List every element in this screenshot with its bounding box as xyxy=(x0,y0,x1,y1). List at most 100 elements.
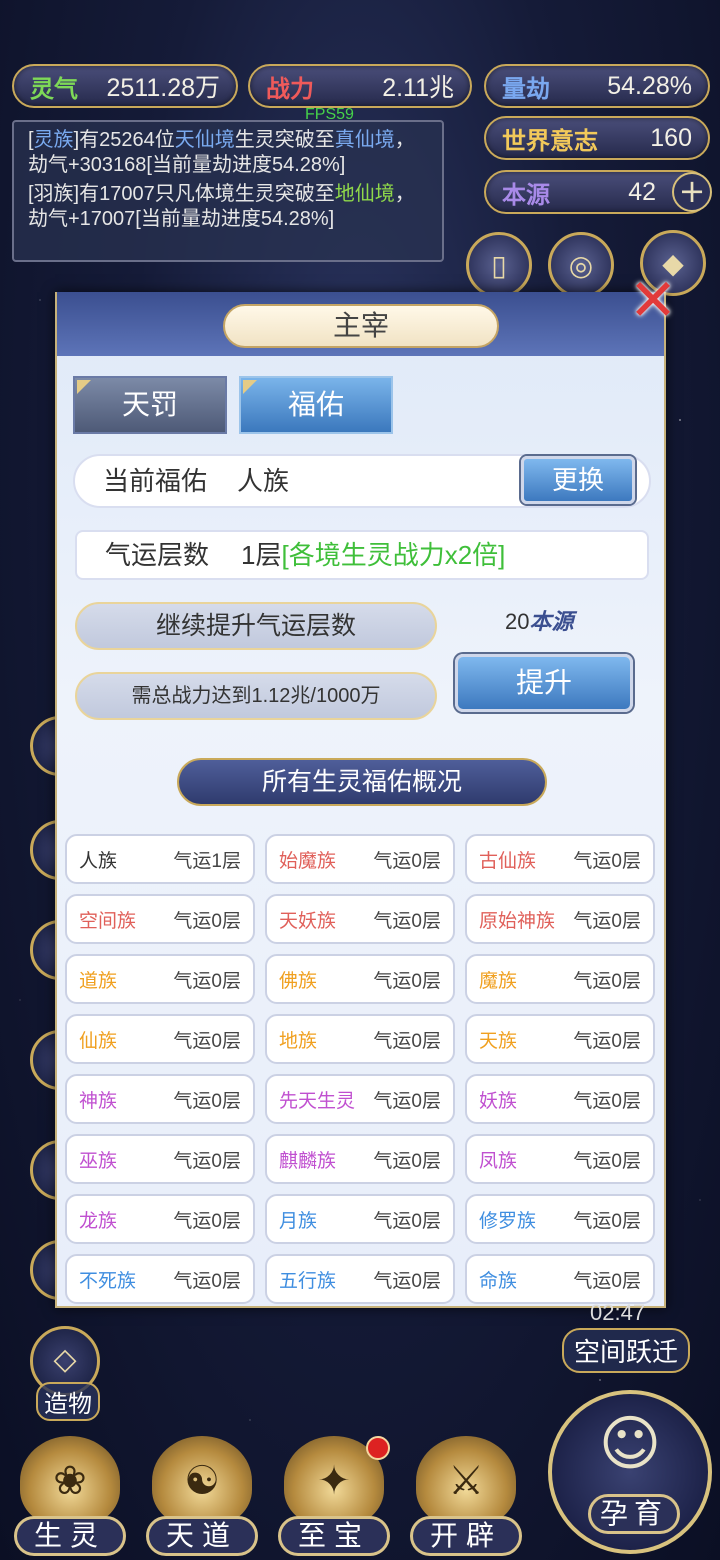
nurture-label: 孕育 xyxy=(588,1494,680,1534)
continue-raise-label: 继续提升气运层数 xyxy=(75,602,437,650)
stat-world-will-label: 世界意志 xyxy=(502,125,598,155)
race-cell[interactable]: 修罗族 气运0层 xyxy=(465,1194,655,1244)
race-cell[interactable]: 命族 气运0层 xyxy=(465,1254,655,1304)
race-cell[interactable]: 神族 气运0层 xyxy=(65,1074,255,1124)
race-luck-level: 气运0层 xyxy=(573,1150,641,1172)
race-cell[interactable]: 巫族 气运0层 xyxy=(65,1134,255,1184)
race-name: 佛族 xyxy=(279,970,318,992)
race-cell[interactable]: 始魔族 气运0层 xyxy=(265,834,455,884)
axe-emblem-icon: ⚔ xyxy=(416,1436,516,1526)
raise-cost-unit: 本源 xyxy=(529,609,574,635)
race-cell[interactable]: 不死族 气运0层 xyxy=(65,1254,255,1304)
stat-calamity-value: 54.28% xyxy=(607,71,692,100)
current-blessing-label: 当前福佑 xyxy=(103,466,208,496)
race-cell[interactable]: 道族 气运0层 xyxy=(65,954,255,1004)
vortex-icon[interactable]: ◎ xyxy=(548,232,614,298)
race-name: 魔族 xyxy=(479,970,518,992)
race-name: 命族 xyxy=(479,1270,518,1292)
nav-pioneer[interactable]: ⚔ 开辟 xyxy=(406,1436,526,1560)
stat-power[interactable]: 战力 2.11兆 xyxy=(248,64,472,108)
plus-icon[interactable]: + xyxy=(672,172,712,212)
race-name: 人族 xyxy=(79,850,118,872)
raise-button[interactable]: 提升 xyxy=(455,654,633,712)
race-luck-level: 气运0层 xyxy=(173,1030,241,1052)
race-name: 五行族 xyxy=(279,1270,337,1292)
race-cell[interactable]: 佛族 气运0层 xyxy=(265,954,455,1004)
race-luck-level: 气运0层 xyxy=(573,1210,641,1232)
nav-heavenly-dao[interactable]: ☯ 天道 xyxy=(142,1436,262,1560)
race-name: 修罗族 xyxy=(479,1210,537,1232)
raise-cost: 20本源 xyxy=(505,604,574,636)
race-cell[interactable]: 月族 气运0层 xyxy=(265,1194,455,1244)
race-name: 月族 xyxy=(279,1210,318,1232)
race-name: 不死族 xyxy=(79,1270,137,1292)
race-name: 天妖族 xyxy=(279,910,337,932)
race-name: 巫族 xyxy=(79,1150,118,1172)
card-icon[interactable]: ▯ xyxy=(466,232,532,298)
race-cell[interactable]: 古仙族 气运0层 xyxy=(465,834,655,884)
race-luck-level: 气运0层 xyxy=(373,1210,441,1232)
stat-world-will-value: 160 xyxy=(650,123,692,152)
race-cell[interactable]: 仙族 气运0层 xyxy=(65,1014,255,1064)
race-luck-level: 气运0层 xyxy=(373,850,441,872)
stat-origin-label: 本源 xyxy=(502,179,550,209)
stat-origin-value: 42 xyxy=(628,177,656,206)
race-cell[interactable]: 先天生灵 气运0层 xyxy=(265,1074,455,1124)
race-luck-level: 气运0层 xyxy=(173,910,241,932)
race-luck-level: 气运1层 xyxy=(173,850,241,872)
race-cell[interactable]: 空间族 气运0层 xyxy=(65,894,255,944)
log-line: [羽族]有17007只凡体境生灵突破至地仙境，劫气+17007[当前量劫进度54… xyxy=(28,183,415,230)
race-luck-level: 气运0层 xyxy=(373,1030,441,1052)
log-line: [灵族]有25264位天仙境生灵突破至真仙境，劫气+303168[当前量劫进度5… xyxy=(28,129,415,176)
race-luck-level: 气运0层 xyxy=(573,970,641,992)
race-cell[interactable]: 人族 气运1层 xyxy=(65,834,255,884)
race-luck-level: 气运0层 xyxy=(373,970,441,992)
creation-label[interactable]: 造物 xyxy=(36,1382,100,1421)
race-luck-level: 气运0层 xyxy=(373,1150,441,1172)
race-name: 地族 xyxy=(279,1030,318,1052)
change-button[interactable]: 更换 xyxy=(521,456,635,504)
race-cell[interactable]: 五行族 气运0层 xyxy=(265,1254,455,1304)
stat-world-will[interactable]: 世界意志 160 xyxy=(484,116,710,160)
race-cell[interactable]: 妖族 气运0层 xyxy=(465,1074,655,1124)
space-jump-timer: 02:47 xyxy=(590,1300,646,1325)
race-name: 道族 xyxy=(79,970,118,992)
stat-power-value: 2.11兆 xyxy=(382,74,454,102)
race-cell[interactable]: 凤族 气运0层 xyxy=(465,1134,655,1184)
stat-lingqi-value: 2511.28万 xyxy=(106,74,220,102)
race-luck-level: 气运0层 xyxy=(173,1090,241,1112)
nav-living-beings[interactable]: ❀ 生灵 xyxy=(10,1436,130,1560)
race-cell[interactable]: 麒麟族 气运0层 xyxy=(265,1134,455,1184)
close-x-icon[interactable]: ✕ xyxy=(622,270,684,332)
race-luck-level: 气运0层 xyxy=(573,1030,641,1052)
race-cell[interactable]: 天族 气运0层 xyxy=(465,1014,655,1064)
space-jump-button[interactable]: 空间跃迁 xyxy=(562,1328,691,1373)
race-cell[interactable]: 天妖族 气运0层 xyxy=(265,894,455,944)
race-cell[interactable]: 地族 气运0层 xyxy=(265,1014,455,1064)
race-name: 古仙族 xyxy=(479,850,537,872)
race-luck-level: 气运0层 xyxy=(173,1210,241,1232)
nurture-button[interactable]: ☺ 孕育 xyxy=(548,1390,712,1554)
tab-punishment[interactable]: 天罚 xyxy=(73,376,227,434)
stat-calamity[interactable]: 量劫 54.28% xyxy=(484,64,710,108)
race-name: 始魔族 xyxy=(279,850,337,872)
event-log: [灵族]有25264位天仙境生灵突破至真仙境，劫气+303168[当前量劫进度5… xyxy=(12,120,444,262)
race-cell[interactable]: 原始神族 气运0层 xyxy=(465,894,655,944)
race-luck-level: 气运0层 xyxy=(373,1270,441,1292)
race-blessing-grid: 人族 气运1层 始魔族 气运0层 古仙族 气运0层 空间族 气运0层 天妖族 气运0层 原始神族 气运… xyxy=(65,834,659,1304)
race-cell[interactable]: 魔族 气运0层 xyxy=(465,954,655,1004)
swirl-emblem-icon: ☯ xyxy=(152,1436,252,1526)
nav-living-beings-label: 生灵 xyxy=(14,1516,126,1556)
luck-bonus: [各境生灵战力x2倍] xyxy=(281,540,506,570)
race-luck-level: 气运0层 xyxy=(173,970,241,992)
race-luck-level: 气运0层 xyxy=(573,1270,641,1292)
requirement-label: 需总战力达到1.12兆/1000万 xyxy=(75,672,437,720)
stat-lingqi[interactable]: 灵气 2511.28万 xyxy=(12,64,238,108)
tab-blessing[interactable]: 福佑 xyxy=(239,376,393,434)
race-name: 原始神族 xyxy=(479,910,556,932)
race-luck-level: 气运0层 xyxy=(173,1150,241,1172)
race-luck-level: 气运0层 xyxy=(373,910,441,932)
luck-level-label: 气运层数 xyxy=(105,540,210,570)
notification-badge xyxy=(366,1436,390,1460)
race-cell[interactable]: 龙族 气运0层 xyxy=(65,1194,255,1244)
